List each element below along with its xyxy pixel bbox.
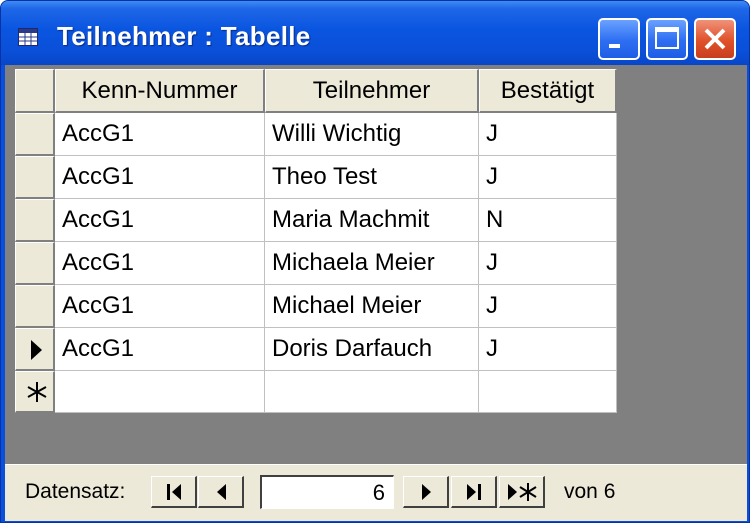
column-header-kenn-nummer[interactable]: Kenn-Nummer bbox=[55, 69, 265, 113]
maximize-button[interactable] bbox=[646, 18, 688, 60]
maximize-icon bbox=[655, 27, 679, 49]
cell-bestaetigt[interactable]: J bbox=[479, 328, 617, 371]
new-record-row-selector[interactable] bbox=[15, 371, 55, 413]
next-record-button[interactable] bbox=[403, 476, 449, 508]
cell-teilnehmer[interactable]: Theo Test bbox=[265, 156, 479, 199]
current-record-input[interactable] bbox=[260, 475, 394, 509]
minimize-icon bbox=[609, 44, 620, 48]
new-record-asterisk-icon bbox=[27, 382, 47, 402]
previous-record-button[interactable] bbox=[198, 476, 244, 508]
row-selector[interactable] bbox=[15, 199, 55, 242]
window-title: Teilnehmer : Tabelle bbox=[57, 21, 311, 51]
cell-kenn-nummer[interactable]: AccG1 bbox=[55, 328, 265, 371]
cell-bestaetigt[interactable]: J bbox=[479, 113, 617, 156]
cell-bestaetigt[interactable]: J bbox=[479, 156, 617, 199]
cell-teilnehmer[interactable]: Maria Machmit bbox=[265, 199, 479, 242]
cell-kenn-nummer[interactable]: AccG1 bbox=[55, 199, 265, 242]
row-selector[interactable] bbox=[15, 242, 55, 285]
record-count: von 6 bbox=[564, 480, 616, 503]
column-header-bestaetigt[interactable]: Bestätigt bbox=[479, 69, 617, 113]
close-button[interactable] bbox=[694, 18, 736, 60]
current-record-arrow-icon bbox=[31, 340, 42, 360]
row-selector-current[interactable] bbox=[15, 328, 55, 371]
datasheet-area: Kenn-Nummer Teilnehmer Bestätigt AccG1 W… bbox=[5, 65, 747, 521]
new-record-cell[interactable] bbox=[479, 371, 617, 413]
last-record-icon bbox=[467, 484, 481, 500]
select-all-corner[interactable] bbox=[15, 69, 55, 113]
cell-bestaetigt[interactable]: J bbox=[479, 242, 617, 285]
cell-teilnehmer[interactable]: Doris Darfauch bbox=[265, 328, 479, 371]
cell-bestaetigt[interactable]: J bbox=[479, 285, 617, 328]
new-record-cell[interactable] bbox=[55, 371, 265, 413]
cell-bestaetigt[interactable]: N bbox=[479, 199, 617, 242]
cell-kenn-nummer[interactable]: AccG1 bbox=[55, 285, 265, 328]
access-table-window: Teilnehmer : Tabelle Kenn-Nummer Teilneh… bbox=[0, 0, 750, 523]
close-icon bbox=[704, 28, 726, 50]
next-record-icon bbox=[422, 484, 431, 500]
record-navigation-bar: Datensatz: 6 von 6 bbox=[5, 464, 747, 521]
cell-kenn-nummer[interactable]: AccG1 bbox=[55, 113, 265, 156]
datasheet-table-icon[interactable] bbox=[18, 28, 38, 46]
minimize-button[interactable] bbox=[598, 18, 640, 60]
previous-record-icon bbox=[217, 484, 226, 500]
column-header-teilnehmer[interactable]: Teilnehmer bbox=[265, 69, 479, 113]
first-record-icon bbox=[167, 484, 181, 500]
cell-teilnehmer[interactable]: Willi Wichtig bbox=[265, 113, 479, 156]
title-bar[interactable]: Teilnehmer : Tabelle bbox=[1, 1, 749, 65]
row-selector[interactable] bbox=[15, 113, 55, 156]
cell-teilnehmer[interactable]: Michael Meier bbox=[265, 285, 479, 328]
first-record-button[interactable] bbox=[151, 476, 197, 508]
cell-teilnehmer[interactable]: Michaela Meier bbox=[265, 242, 479, 285]
new-record-button[interactable] bbox=[499, 476, 545, 508]
row-selector[interactable] bbox=[15, 156, 55, 199]
cell-kenn-nummer[interactable]: AccG1 bbox=[55, 156, 265, 199]
new-record-icon bbox=[508, 483, 537, 501]
cell-kenn-nummer[interactable]: AccG1 bbox=[55, 242, 265, 285]
row-selector[interactable] bbox=[15, 285, 55, 328]
datasheet-grid: Kenn-Nummer Teilnehmer Bestätigt AccG1 W… bbox=[15, 69, 617, 413]
record-label: Datensatz: bbox=[25, 480, 126, 503]
new-record-cell[interactable] bbox=[265, 371, 479, 413]
last-record-button[interactable] bbox=[451, 476, 497, 508]
